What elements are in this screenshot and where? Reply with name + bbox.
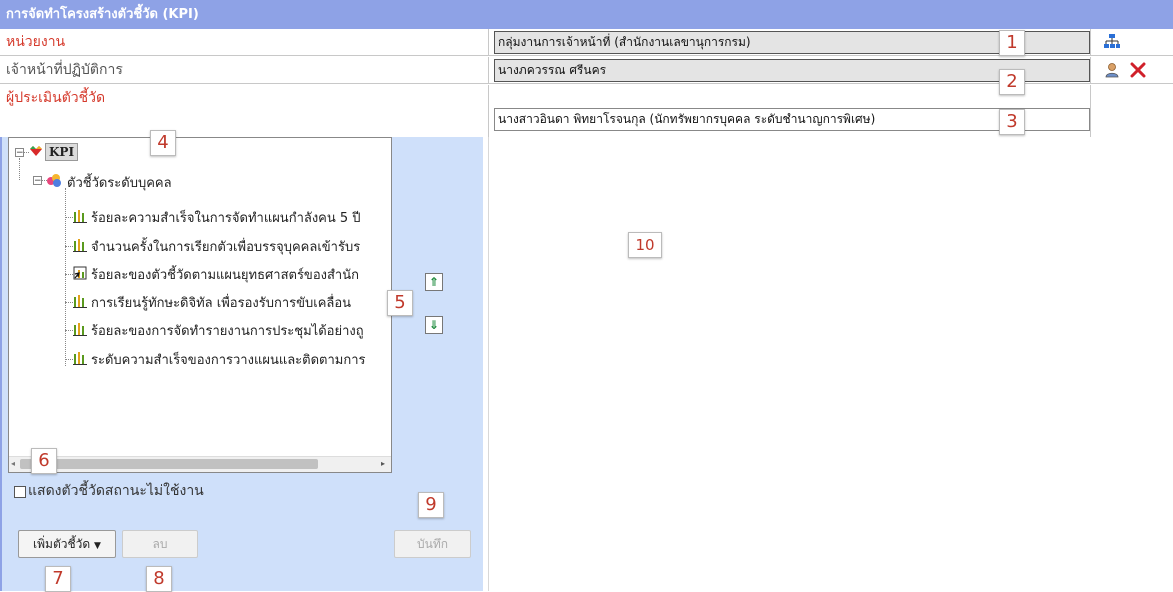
chevron-down-icon: ▼: [94, 541, 101, 551]
annotation-marker-7: 7: [45, 566, 71, 592]
tree-group-label[interactable]: ตัวชี้วัดระดับบุคคล: [67, 172, 172, 193]
scroll-left-icon[interactable]: ◂: [11, 459, 19, 469]
kpi-root-icon: [28, 144, 44, 158]
org-chart-icon[interactable]: [1103, 33, 1121, 51]
close-icon[interactable]: [1129, 61, 1147, 79]
annotation-marker-6: 6: [31, 448, 57, 474]
annotation-marker-8: 8: [146, 566, 172, 592]
tree-root-kpi[interactable]: KPI: [45, 143, 79, 161]
move-down-button[interactable]: ⇓: [425, 316, 443, 334]
evaluator-label: ผู้ประเมินตัวชี้วัด: [6, 90, 106, 106]
bar-chart-icon: [73, 295, 87, 308]
annotation-marker-5: 5: [387, 290, 413, 316]
tree-group-expander[interactable]: −: [33, 176, 42, 186]
save-button[interactable]: บันทึก: [394, 530, 471, 558]
tree-item[interactable]: ร้อยละความสำเร็จในการจัดทำแผนกำลังคน 5 ป…: [91, 207, 361, 228]
annotation-marker-3: 3: [999, 109, 1025, 135]
tree-item[interactable]: ร้อยละของตัวชี้วัดตามแผนยุทธศาสตร์ของสำน…: [91, 264, 359, 285]
show-inactive-checkbox[interactable]: [14, 486, 26, 498]
add-kpi-button-label: เพิ่มตัวชี้วัด: [33, 537, 91, 551]
user-icon[interactable]: [1104, 62, 1120, 78]
unit-row: หน่วยงาน กลุ่มงานการเจ้าหน้าที่ (สำนักงา…: [0, 29, 1173, 56]
linked-doc-icon: [73, 266, 87, 280]
add-kpi-button[interactable]: เพิ่มตัวชี้วัด ▼: [18, 530, 116, 558]
scroll-right-icon[interactable]: ▸: [381, 459, 389, 469]
officer-row: เจ้าหน้าที่ปฏิบัติการ นางภควรรณ ศรีนคร: [0, 57, 1173, 84]
tree-item[interactable]: การเรียนรู้ทักษะดิจิทัล เพื่อรองรับการขั…: [91, 292, 351, 313]
page-title: การจัดทำโครงสร้างตัวชี้วัด (KPI): [0, 0, 1173, 29]
delete-button[interactable]: ลบ: [122, 530, 198, 558]
show-inactive-label: แสดงตัวชี้วัดสถานะไม่ใช้งาน: [28, 483, 204, 499]
annotation-marker-9: 9: [418, 492, 444, 518]
bar-chart-icon: [73, 323, 87, 336]
bar-chart-icon: [73, 352, 87, 365]
annotation-marker-1: 1: [999, 30, 1025, 56]
officer-label: เจ้าหน้าที่ปฏิบัติการ: [6, 62, 123, 78]
unit-label: หน่วยงาน: [6, 34, 66, 50]
annotation-marker-2: 2: [999, 69, 1025, 95]
scrollbar-thumb[interactable]: [20, 459, 318, 469]
annotation-marker-10: 10: [628, 232, 662, 258]
kpi-tree[interactable]: − KPI − ตัวชี้วัดระดับบุคคล ร้อยละความสำ…: [8, 137, 392, 473]
tree-item[interactable]: ระดับความสำเร็จของการวางแผนและติดตามการ: [91, 349, 366, 370]
tree-item[interactable]: จำนวนครั้งในการเรียกตัวเพื่อบรรจุบุคคลเข…: [91, 236, 360, 257]
bar-chart-icon: [73, 210, 87, 223]
tree-root-expander[interactable]: −: [15, 148, 24, 158]
annotation-marker-4: 4: [150, 130, 176, 156]
group-icon: [46, 172, 62, 188]
move-up-button[interactable]: ⇑: [425, 273, 443, 291]
tree-item[interactable]: ร้อยละของการจัดทำรายงานการประชุมได้อย่าง…: [91, 320, 364, 341]
bar-chart-icon: [73, 239, 87, 252]
